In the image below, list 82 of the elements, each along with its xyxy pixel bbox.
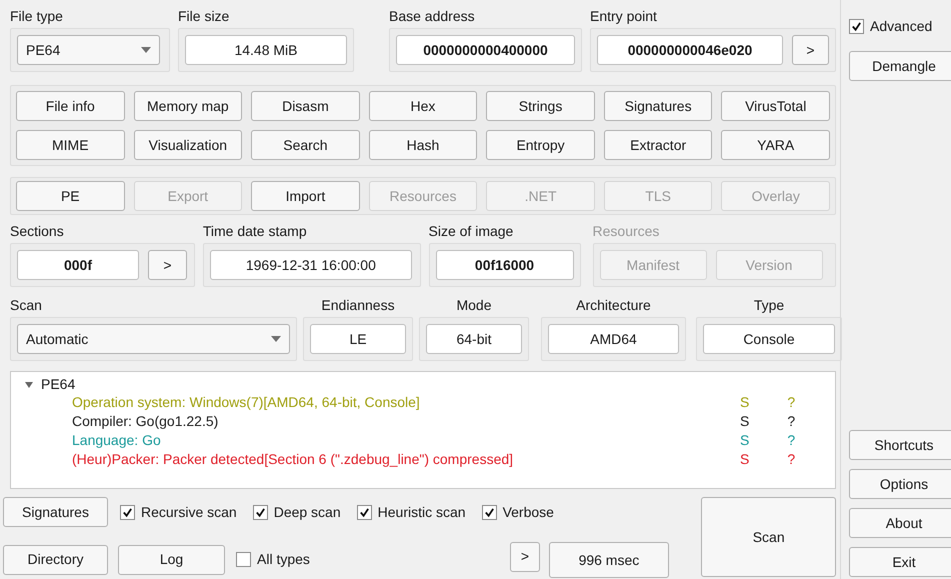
field-label: Scan [10, 296, 43, 315]
text-field[interactable]: LE [310, 324, 406, 354]
tool-button[interactable]: Hash [368, 130, 478, 160]
side-button[interactable]: Exit [849, 547, 951, 577]
tool-button[interactable]: YARA [721, 130, 830, 160]
checkbox[interactable] [849, 19, 864, 34]
tool-button[interactable]: VirusTotal [721, 91, 830, 121]
checkbox-label: Deep scan [274, 502, 341, 522]
side-button[interactable]: About [849, 508, 951, 538]
text-field[interactable]: 64-bit [426, 324, 522, 354]
result-code-text: ? [787, 450, 796, 469]
checkbox-label: Recursive scan [141, 502, 237, 522]
demangle-button[interactable]: Demangle [849, 51, 951, 81]
checkbox[interactable] [356, 504, 372, 520]
tool-button[interactable]: Entropy [486, 130, 595, 160]
caret-icon [141, 47, 151, 53]
tool-button[interactable]: File info [16, 91, 125, 121]
checkbox[interactable] [482, 504, 497, 520]
scan-button[interactable]: Scan [701, 497, 836, 577]
text-field[interactable]: 00f16000 [436, 250, 574, 280]
field-label: Time date stamp [202, 222, 308, 241]
tool-button[interactable]: Signatures [604, 91, 712, 121]
arrow-button[interactable]: > [148, 250, 187, 280]
field-label: Resources [592, 222, 660, 241]
result-text: Compiler: Go(go1.22.5) [71, 412, 220, 431]
dropdown[interactable]: Automatic [17, 324, 290, 354]
text-field[interactable]: 000f [17, 250, 139, 280]
field-label: Sections [10, 222, 65, 241]
field-label: Endianness [321, 296, 395, 315]
elapsed-time: 996 msec [548, 542, 669, 578]
text-field[interactable]: 1969-12-31 16:00:00 [210, 250, 412, 280]
result-text: Operation system: Windows(7)[AMD64, 64-bit, Console] [71, 393, 421, 412]
checkbox-label: Verbose [502, 502, 554, 522]
directory-button[interactable]: Directory [3, 544, 108, 574]
field-label: File size [178, 7, 230, 26]
tool-button[interactable]: Extractor [604, 130, 712, 160]
dropdown[interactable]: PE64 [17, 35, 160, 65]
result-code-text: S [740, 450, 750, 469]
tool-button[interactable]: Hex [368, 91, 478, 121]
field-label: File type [10, 7, 64, 26]
text-field[interactable]: AMD64 [548, 324, 679, 354]
arrow-button[interactable]: > [792, 35, 829, 65]
signatures-button[interactable]: Signatures [3, 497, 108, 527]
result-code-text: S [740, 412, 750, 431]
result-text: (Heur)Packer: Packer detected[Section 6 (".zdebug_line") compressed] [71, 450, 514, 469]
checkbox-label: Advanced [870, 17, 932, 36]
arrow-button[interactable]: > [510, 542, 540, 572]
text-field[interactable]: 14.48 MiB [185, 35, 347, 65]
field-label: Entry point [590, 7, 658, 26]
tool-button[interactable]: MIME [16, 130, 125, 160]
tab-button[interactable]: PE [16, 181, 125, 211]
text-field[interactable]: Console [703, 324, 835, 354]
log-button[interactable]: Log [118, 544, 225, 574]
result-code-text: S [740, 393, 750, 412]
checkbox-label: All types [257, 550, 310, 569]
checkbox[interactable] [236, 552, 251, 567]
field-label: Type [754, 296, 784, 315]
tool-button[interactable]: Strings [486, 91, 595, 121]
field-label: Mode [456, 296, 492, 315]
field-label: Size of image [428, 222, 514, 241]
result-code-text: ? [787, 412, 796, 431]
tool-button[interactable]: Visualization [134, 130, 242, 160]
checkbox[interactable] [120, 504, 135, 520]
checkbox-label: Heuristic scan [378, 502, 466, 522]
tree-item[interactable]: PE64 [41, 374, 76, 395]
tool-button[interactable]: Search [251, 130, 360, 160]
result-code-text: ? [787, 431, 796, 450]
text-field[interactable]: 0000000000400000 [396, 35, 575, 65]
checkbox[interactable] [252, 504, 268, 520]
result-code-text: ? [787, 393, 796, 412]
result-text: Language: Go [71, 431, 162, 450]
caret-icon [271, 336, 281, 342]
tool-button[interactable]: Memory map [134, 91, 242, 121]
expand-arrow-icon[interactable] [25, 380, 33, 388]
tool-button[interactable]: Disasm [251, 91, 360, 121]
side-button[interactable]: Shortcuts [849, 430, 951, 460]
tab-button[interactable]: Import [251, 181, 360, 211]
side-button[interactable]: Options [849, 469, 951, 499]
result-code-text: S [740, 431, 750, 450]
field-label: Architecture [576, 296, 651, 315]
text-field[interactable]: 000000000046e020 [597, 35, 783, 65]
field-label: Base address [389, 7, 476, 26]
